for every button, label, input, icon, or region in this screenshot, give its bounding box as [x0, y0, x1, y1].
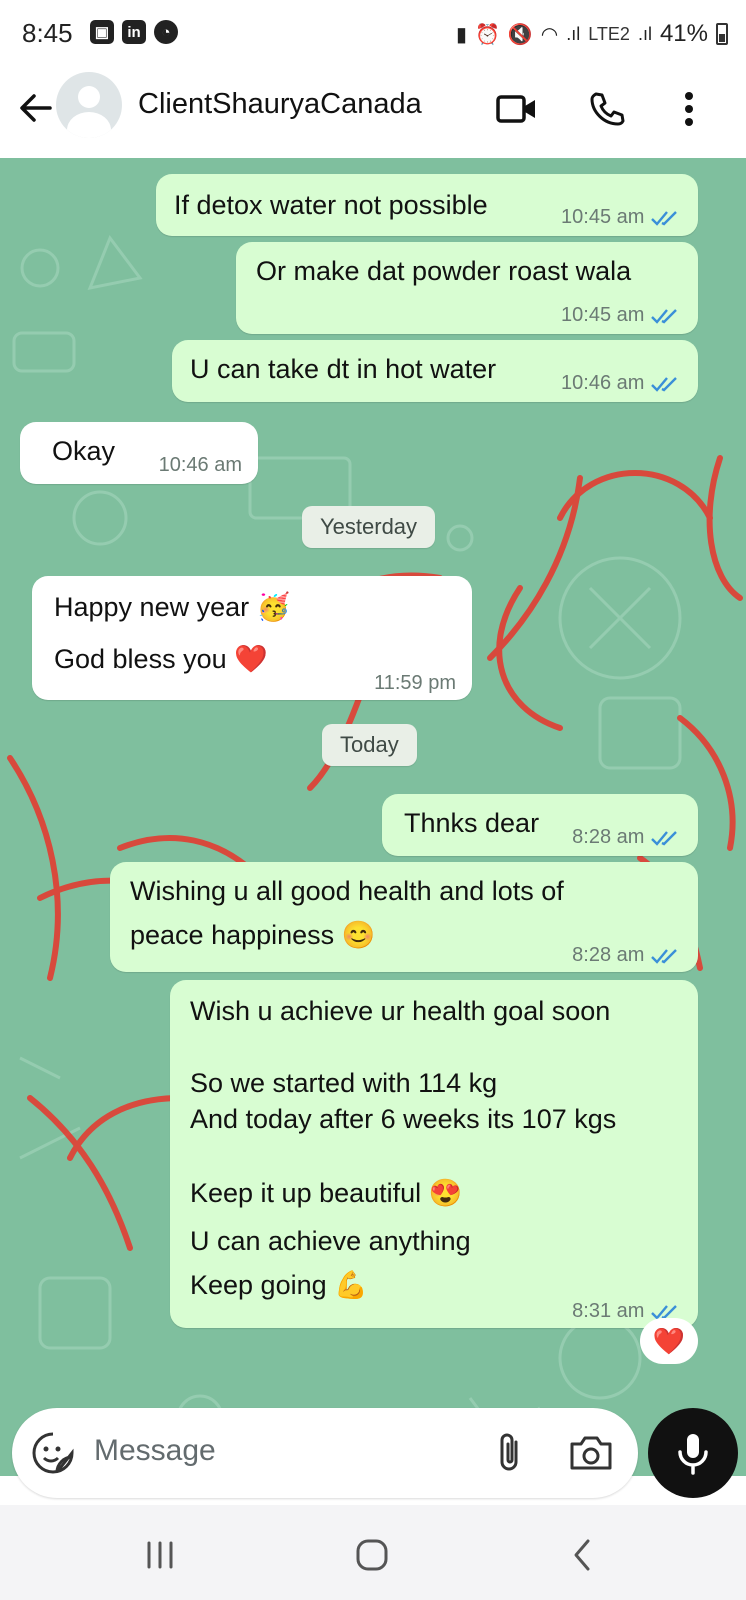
message-text-line: Keep going 💪: [190, 1270, 368, 1300]
video-call-icon[interactable]: [494, 86, 540, 132]
message-text-line: Wishing u all good health and lots of: [130, 876, 564, 906]
message-text: U can take dt in hot water: [190, 354, 497, 384]
message-bubble-outgoing[interactable]: Wish u achieve ur health goal soon So we…: [170, 980, 698, 1328]
voice-call-icon[interactable]: [584, 86, 630, 132]
date-separator: Yesterday: [302, 506, 436, 548]
contact-avatar[interactable]: [56, 72, 122, 138]
message-time: 8:31 am: [572, 1300, 645, 1322]
read-ticks-icon: [651, 830, 677, 846]
alarm-icon: ⏰: [474, 23, 500, 46]
message-text-line: Keep it up beautiful 😍: [190, 1178, 463, 1208]
lock-icon: ▮: [455, 23, 467, 46]
chat-area[interactable]: If detox water not possible 10:45 am Or …: [0, 158, 746, 1476]
system-nav-bar: [0, 1505, 746, 1600]
microphone-button[interactable]: [648, 1408, 738, 1498]
message-composer[interactable]: Message: [12, 1408, 638, 1498]
heart-reaction-icon[interactable]: ❤️: [640, 1318, 698, 1364]
back-arrow-icon[interactable]: [14, 86, 58, 130]
message-bubble-incoming[interactable]: Okay 10:46 am: [20, 422, 258, 484]
message-text-line: And today after 6 weeks its 107 kgs: [190, 1104, 617, 1134]
status-bar: 8:45 ▣ in ◔ ▮ ⏰ 🔇 ◠ .ıl LTE2 .ıl 41%: [0, 0, 746, 66]
message-text: If detox water not possible: [174, 190, 488, 220]
message-text-line: So we started with 114 kg: [190, 1068, 498, 1098]
signal-icon: .ıl: [566, 23, 581, 44]
network-type: LTE2: [588, 23, 630, 44]
status-time: 8:45: [22, 18, 73, 48]
message-text: Thnks dear: [404, 808, 540, 838]
chat-icon: ◔: [154, 20, 178, 44]
chat-header: ClientShauryaCanada: [0, 66, 746, 158]
message-time: 11:59 pm: [374, 672, 456, 694]
date-separator: Today: [322, 724, 417, 766]
attach-icon[interactable]: [486, 1430, 532, 1476]
message-bubble-outgoing[interactable]: If detox water not possible 10:45 am: [156, 174, 698, 236]
message-time: 8:28 am: [572, 826, 645, 848]
message-bubble-outgoing[interactable]: U can take dt in hot water 10:46 am: [172, 340, 698, 402]
message-text-line: God bless you ❤️: [54, 644, 268, 674]
read-ticks-icon: [651, 376, 677, 392]
message-text-line: Wish u achieve ur health goal soon: [190, 996, 611, 1026]
message-text-line: Happy new year 🥳: [54, 592, 291, 622]
message-text-line: U can achieve anything: [190, 1226, 471, 1256]
wifi-icon: ◠: [540, 23, 559, 46]
message-bubble-outgoing[interactable]: Or make dat powder roast wala 10:45 am: [236, 242, 698, 334]
sticker-icon[interactable]: [30, 1430, 76, 1476]
message-bubble-incoming[interactable]: Happy new year 🥳 God bless you ❤️ 11:59 …: [32, 576, 472, 700]
signal-icon-2: .ıl: [637, 23, 652, 44]
message-bubble-outgoing[interactable]: Thnks dear 8:28 am: [382, 794, 698, 856]
battery-icon: [716, 23, 728, 45]
message-time: 10:45 am: [561, 304, 645, 326]
gallery-icon: ▣: [90, 20, 114, 44]
recent-apps-button[interactable]: [130, 1535, 190, 1575]
read-ticks-icon: [651, 948, 677, 964]
contact-name[interactable]: ClientShauryaCanada: [138, 88, 422, 121]
read-ticks-icon: [651, 210, 677, 226]
message-time: 8:28 am: [572, 944, 645, 966]
more-options-icon[interactable]: [666, 86, 712, 132]
message-time: 10:46 am: [561, 372, 645, 394]
message-time: 10:45 am: [561, 206, 645, 228]
message-text: Okay: [52, 436, 116, 466]
mute-icon: 🔇: [507, 23, 533, 46]
message-time: 10:46 am: [158, 454, 242, 476]
message-text: Or make dat powder roast wala: [256, 256, 632, 286]
microphone-icon: [678, 1434, 708, 1475]
camera-icon[interactable]: [566, 1430, 616, 1476]
home-button[interactable]: [342, 1535, 402, 1575]
message-text-line: peace happiness 😊: [130, 920, 376, 950]
linkedin-icon: in: [122, 20, 146, 44]
read-ticks-icon: [651, 308, 677, 324]
battery-level: 41%: [659, 20, 708, 47]
back-button[interactable]: [552, 1535, 612, 1575]
message-input[interactable]: Message: [94, 1434, 216, 1468]
message-bubble-outgoing[interactable]: Wishing u all good health and lots of pe…: [110, 862, 698, 972]
